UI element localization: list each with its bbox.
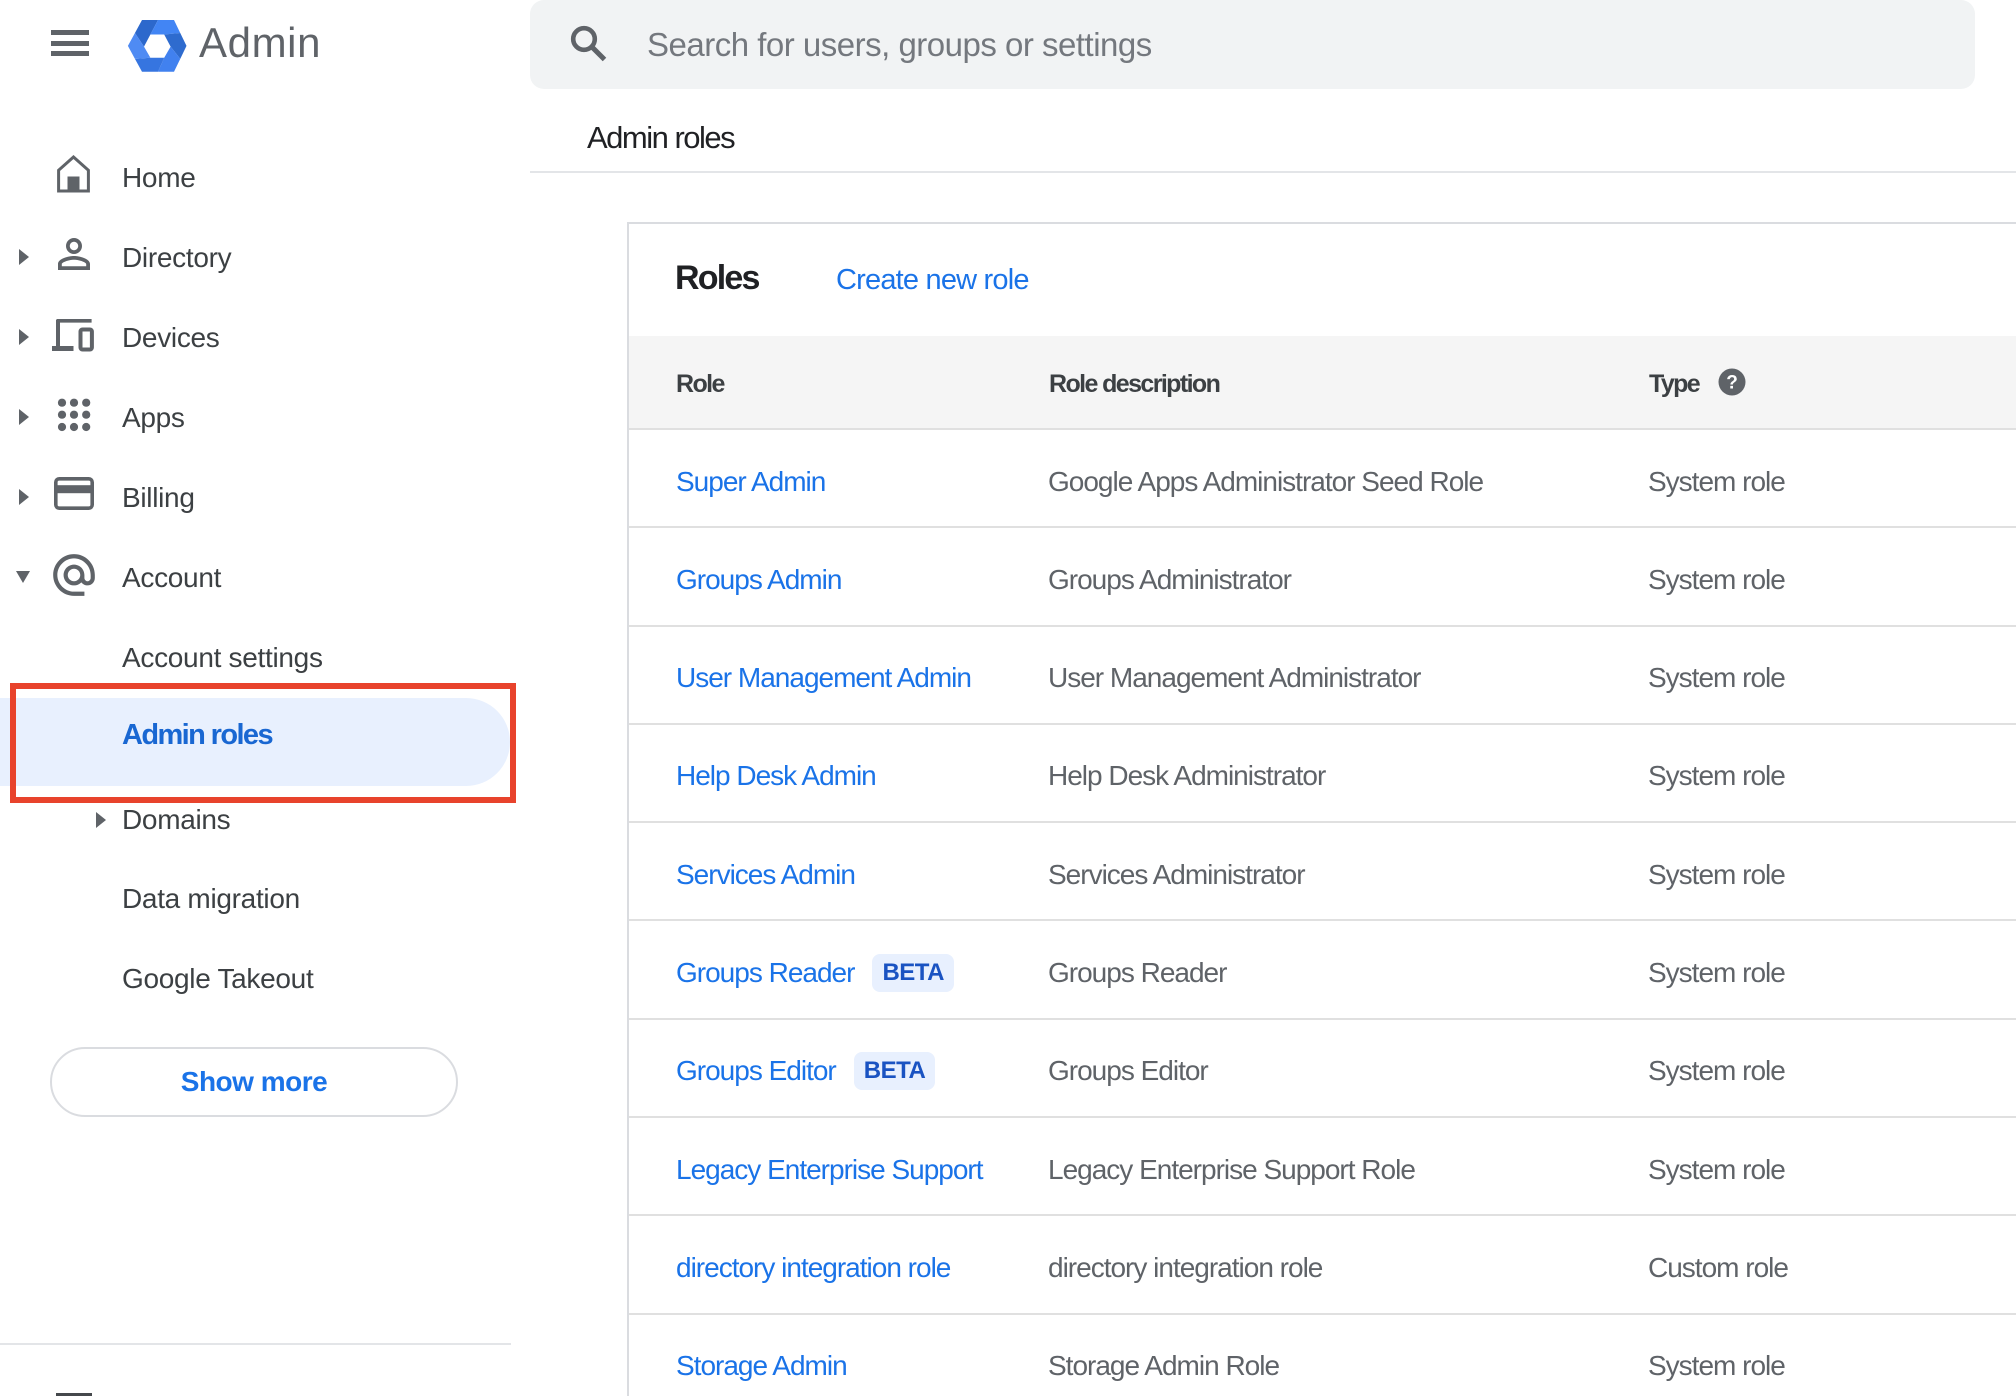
svg-text:?: ? bbox=[1726, 373, 1738, 394]
